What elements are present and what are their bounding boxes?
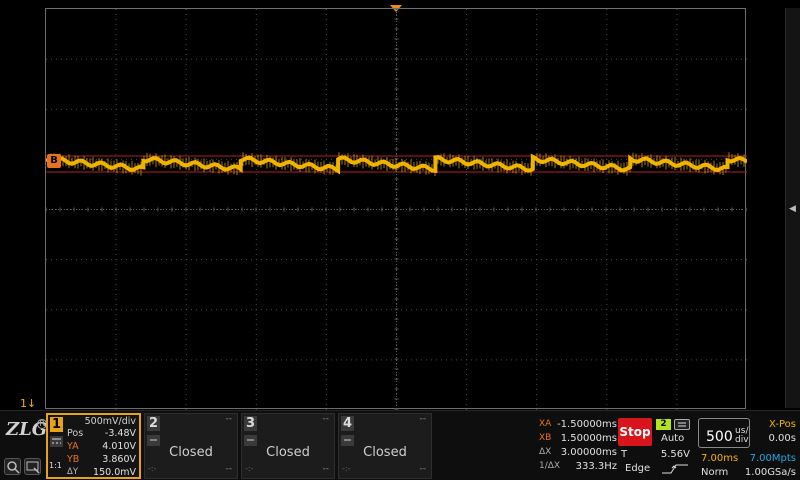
xpos-value[interactable]: 0.00s [769, 433, 796, 444]
dx-row: ΔX 3.00000ms [539, 447, 617, 459]
channel-status: Closed [169, 445, 213, 460]
yb-value: 3.860V [102, 454, 136, 465]
graticule [45, 8, 747, 410]
channel-4-panel[interactable]: 4 -- Closed -:- -- [338, 413, 432, 479]
dy-value: 150.0mV [93, 467, 136, 478]
xa-row: XA -1.50000ms [539, 419, 617, 431]
menu-icon[interactable] [674, 419, 690, 430]
probe-ratio: -:- [148, 464, 157, 473]
probe-ratio: -:- [342, 464, 351, 473]
xb-label: XB [539, 433, 552, 443]
run-stop-button[interactable]: Stop [618, 418, 652, 446]
yb-row: YB 3.860V [67, 454, 136, 466]
ya-value: 4.010V [102, 441, 136, 452]
channel-2-panel[interactable]: 2 -- Closed -:- -- [144, 413, 238, 479]
trigger-mode[interactable]: Auto [661, 433, 684, 444]
probe-ratio: 1:1 [49, 461, 62, 470]
chevron-left-icon: ◀ [789, 204, 796, 214]
channel-scale: -- [225, 414, 233, 424]
zoom-icon[interactable] [4, 458, 21, 475]
channel-scale: -- [322, 414, 330, 424]
xa-label: XA [539, 419, 552, 429]
freq-row: 1/ΔX 333.3Hz [539, 461, 617, 473]
dy-label: ΔY [67, 467, 79, 477]
rising-edge-icon [662, 464, 688, 474]
timebase-unit: us/ div [735, 427, 749, 445]
channel-value: -- [322, 464, 330, 474]
dy-row: ΔY 150.0mV [67, 467, 136, 479]
pos-label: Pos [67, 428, 84, 439]
waveform-svg [46, 9, 747, 410]
side-menu-handle[interactable]: ◀ [785, 8, 800, 408]
probe-ratio: -:- [245, 464, 254, 473]
channel-status: Closed [266, 445, 310, 460]
logo: ZLG R [6, 419, 47, 449]
freq-label: 1/ΔX [539, 461, 561, 471]
xa-value: -1.50000ms [557, 419, 617, 430]
timebase-value: 500 [706, 429, 733, 445]
timebase-scale[interactable]: 500 us/ div [698, 418, 750, 448]
channel-scale: -- [419, 414, 427, 424]
dx-value: 3.00000ms [560, 447, 617, 458]
channel-3-panel[interactable]: 3 -- Closed -:- -- [241, 413, 335, 479]
ya-row: YA 4.010V [67, 441, 136, 453]
channel-marker[interactable]: B [47, 154, 61, 168]
sample-rate: 1.00GSa/s [744, 467, 796, 478]
trigger-t-label: T [621, 449, 628, 460]
channel-number: 2 [147, 416, 160, 431]
channel-number: 1 [50, 417, 63, 432]
timebase-unit-bottom: div [735, 435, 749, 445]
channel-value: -- [225, 464, 233, 474]
status-bar: ZLG R 1 500mV/div 1:1 Pos -3.48V YA 4.01… [0, 410, 800, 480]
xpos-label: X-Pos [769, 419, 796, 430]
pos-row: Pos -3.48V [67, 428, 136, 440]
trigger-source[interactable]: 2 [656, 419, 671, 430]
waveform-display[interactable]: B 1↓ ◀ [0, 0, 800, 410]
ya-label: YA [67, 441, 79, 452]
trigger-type[interactable]: Edge [625, 463, 650, 474]
channel-number: 3 [244, 416, 257, 431]
dx-label: ΔX [539, 447, 552, 457]
channel-1-panel[interactable]: 1 500mV/div 1:1 Pos -3.48V YA 4.010V YB … [46, 413, 141, 479]
screen-icon[interactable] [24, 458, 41, 475]
trigger-panel[interactable]: Stop 2 Auto T 5.56V Edge [617, 417, 695, 479]
pos-value: -3.48V [104, 428, 136, 439]
cursor-readout[interactable]: XA -1.50000ms XB 1.50000ms ΔX 3.00000ms … [537, 417, 617, 479]
xb-value: 1.50000ms [560, 433, 617, 444]
acquisition-mode[interactable]: Norm [701, 467, 728, 478]
trigger-ref-marker: 1↓ [20, 397, 37, 410]
trigger-level[interactable]: 5.56V [661, 449, 690, 460]
channel-status: Closed [363, 445, 407, 460]
freq-value: 333.3Hz [575, 461, 617, 472]
channel-number: 4 [341, 416, 354, 431]
record-length: 7.00ms [701, 453, 739, 464]
xb-row: XB 1.50000ms [539, 433, 617, 445]
dc-coupling-icon [50, 436, 63, 447]
channel-value: -- [419, 464, 427, 474]
yb-label: YB [67, 454, 80, 465]
vertical-scale[interactable]: 500mV/div [85, 416, 136, 427]
memory-depth[interactable]: 7.00Mpts [750, 453, 796, 464]
timebase-panel[interactable]: 500 us/ div X-Pos 0.00s 7.00ms 7.00Mpts … [697, 415, 800, 479]
